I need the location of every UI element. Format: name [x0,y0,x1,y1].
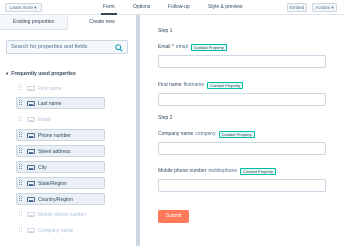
field-label-mobilephone[interactable]: Mobile phone number mobilephone Contact Pr… [158,168,277,175]
contact-property-badge: Contact Property [218,131,255,138]
drag-handle-icon [19,85,22,92]
tab-create-new[interactable]: Create new [68,15,136,30]
drag-handle-icon[interactable] [19,180,22,187]
mobilephone-field[interactable] [158,179,326,192]
search-icon[interactable] [115,44,123,52]
actions-button[interactable]: Actions ▾ [312,3,337,12]
field-internal-name: company [195,131,216,137]
property-search-input[interactable]: Search for properties and fields [6,40,128,54]
field-internal-name: mobilephone [208,168,238,174]
field-icon [27,86,35,91]
drag-handle-icon[interactable] [19,148,22,155]
firstname-field[interactable] [158,93,326,106]
property-label: Last name [38,100,62,107]
property-label: State/Region [38,180,67,187]
property-label: City [38,164,47,171]
field-label-email[interactable]: Email * email Contact Property [158,44,227,51]
field-label-text: First name [158,82,182,88]
property-label: Phone number [38,132,71,139]
field-icon [27,181,35,186]
field-icon [27,117,35,122]
tab-follow-up[interactable]: Follow-up [168,4,190,11]
property-item: Mobile phone number [16,208,105,220]
drag-handle-icon[interactable] [19,132,22,139]
property-item[interactable]: City [16,161,105,173]
contact-property-badge: Contact Property [240,168,277,175]
property-item[interactable]: Country/Region [16,193,105,205]
top-bar: Learn more ▾ Form Options Follow-up Styl… [0,0,344,15]
field-label-company[interactable]: Company name company Contact Property [158,131,255,138]
property-item: Company name [16,224,105,236]
property-item: Email [16,113,105,125]
form-canvas: Step 1 Email * email Contact Property Firs… [140,15,344,246]
field-icon [27,101,35,106]
field-icon [27,197,35,202]
section-title: Frequently used properties [11,71,76,77]
search-placeholder: Search for properties and fields [11,44,88,50]
property-item: First name [16,82,105,94]
contact-property-badge: Contact Property [190,44,227,51]
field-icon [27,228,35,233]
drag-handle-icon[interactable] [19,164,22,171]
property-label: Company name [38,227,74,234]
learn-more-button[interactable]: Learn more ▾ [5,3,42,12]
email-field[interactable] [158,55,326,68]
step-label: Step 1 [158,28,173,34]
drag-handle-icon [19,211,22,218]
field-internal-name: firstname [183,82,205,88]
tab-style-preview[interactable]: Style & preview [208,4,242,11]
submit-button[interactable]: Submit [158,210,189,223]
tab-form[interactable]: Form [103,4,115,11]
step-label: Step 2 [158,115,173,121]
field-label-firstname[interactable]: First name firstname Contact Property [158,82,244,89]
property-label: Email [38,116,51,123]
chevron-down-icon: ▾ [6,71,9,76]
property-label: Mobile phone number [38,211,87,218]
drag-handle-icon[interactable] [19,100,22,107]
field-label-text: Mobile phone number [158,168,207,174]
drag-handle-icon [19,227,22,234]
contact-property-badge: Contact Property [207,82,244,89]
property-item[interactable]: Phone number [16,129,105,141]
drag-handle-icon[interactable] [19,196,22,203]
tab-existing-properties[interactable]: Existing properties [0,15,68,30]
property-label: First name [38,85,62,92]
drag-handle-icon [19,116,22,123]
field-label-text: Company name [158,131,194,137]
field-icon [27,133,35,138]
property-label: Country/Region [38,196,73,203]
tab-options[interactable]: Options [133,4,150,11]
properties-sidebar: Existing properties Create new Search fo… [0,15,136,246]
property-item[interactable]: Street address [16,145,105,157]
field-icon [27,212,35,217]
field-label-text: Email * [158,44,174,50]
embed-button[interactable]: Embed [287,3,307,12]
field-icon [27,165,35,170]
field-internal-name: email [175,44,188,50]
company-field[interactable] [158,142,326,155]
property-item[interactable]: Last name [16,97,105,109]
field-icon [27,149,35,154]
section-frequently-used[interactable]: ▾ Frequently used properties [6,70,76,78]
property-item[interactable]: State/Region [16,177,105,189]
property-label: Street address [38,148,71,155]
